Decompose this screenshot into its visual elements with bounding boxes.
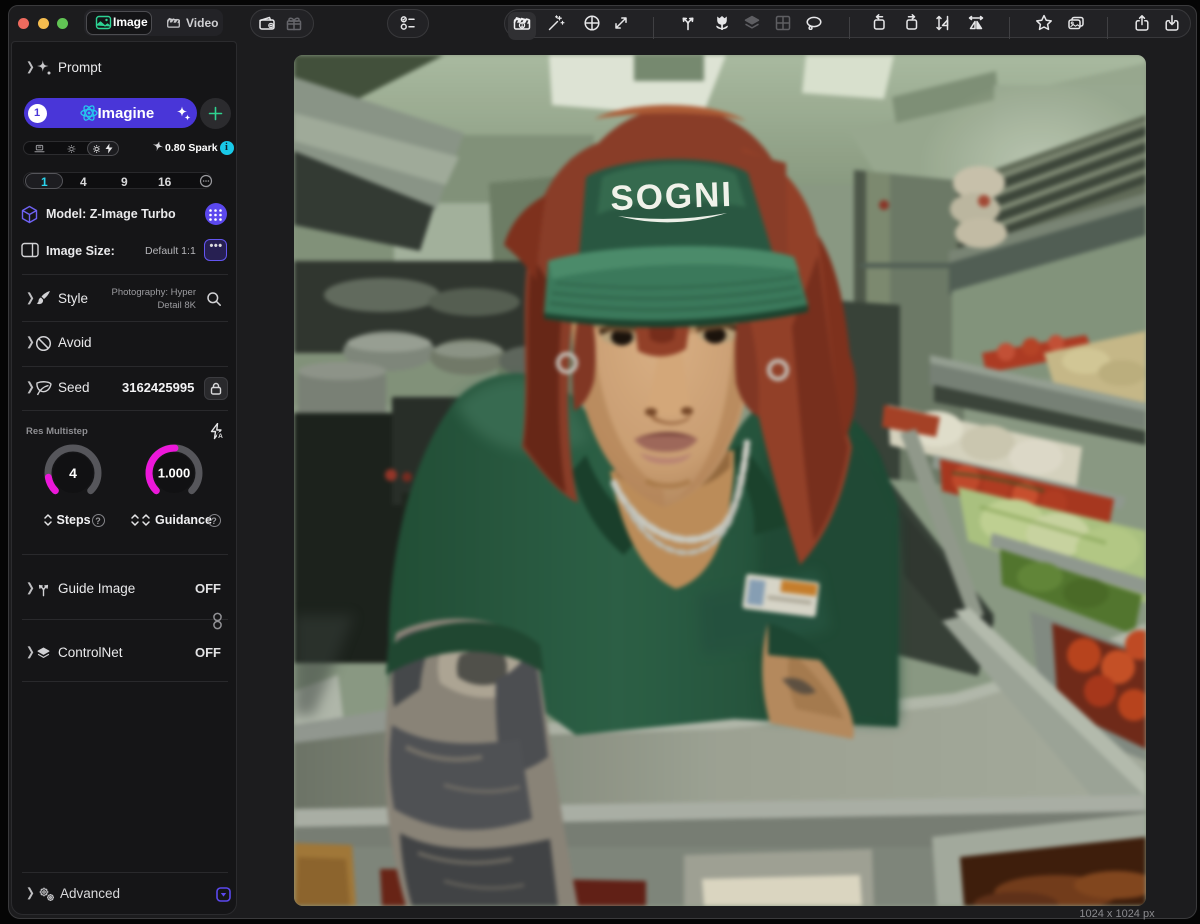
- svg-text:SOGNI: SOGNI: [610, 175, 734, 218]
- svg-text:A: A: [218, 433, 223, 440]
- svg-text:1.000: 1.000: [158, 466, 191, 481]
- svg-text:1: 1: [520, 23, 523, 29]
- svg-text:4: 4: [69, 465, 77, 481]
